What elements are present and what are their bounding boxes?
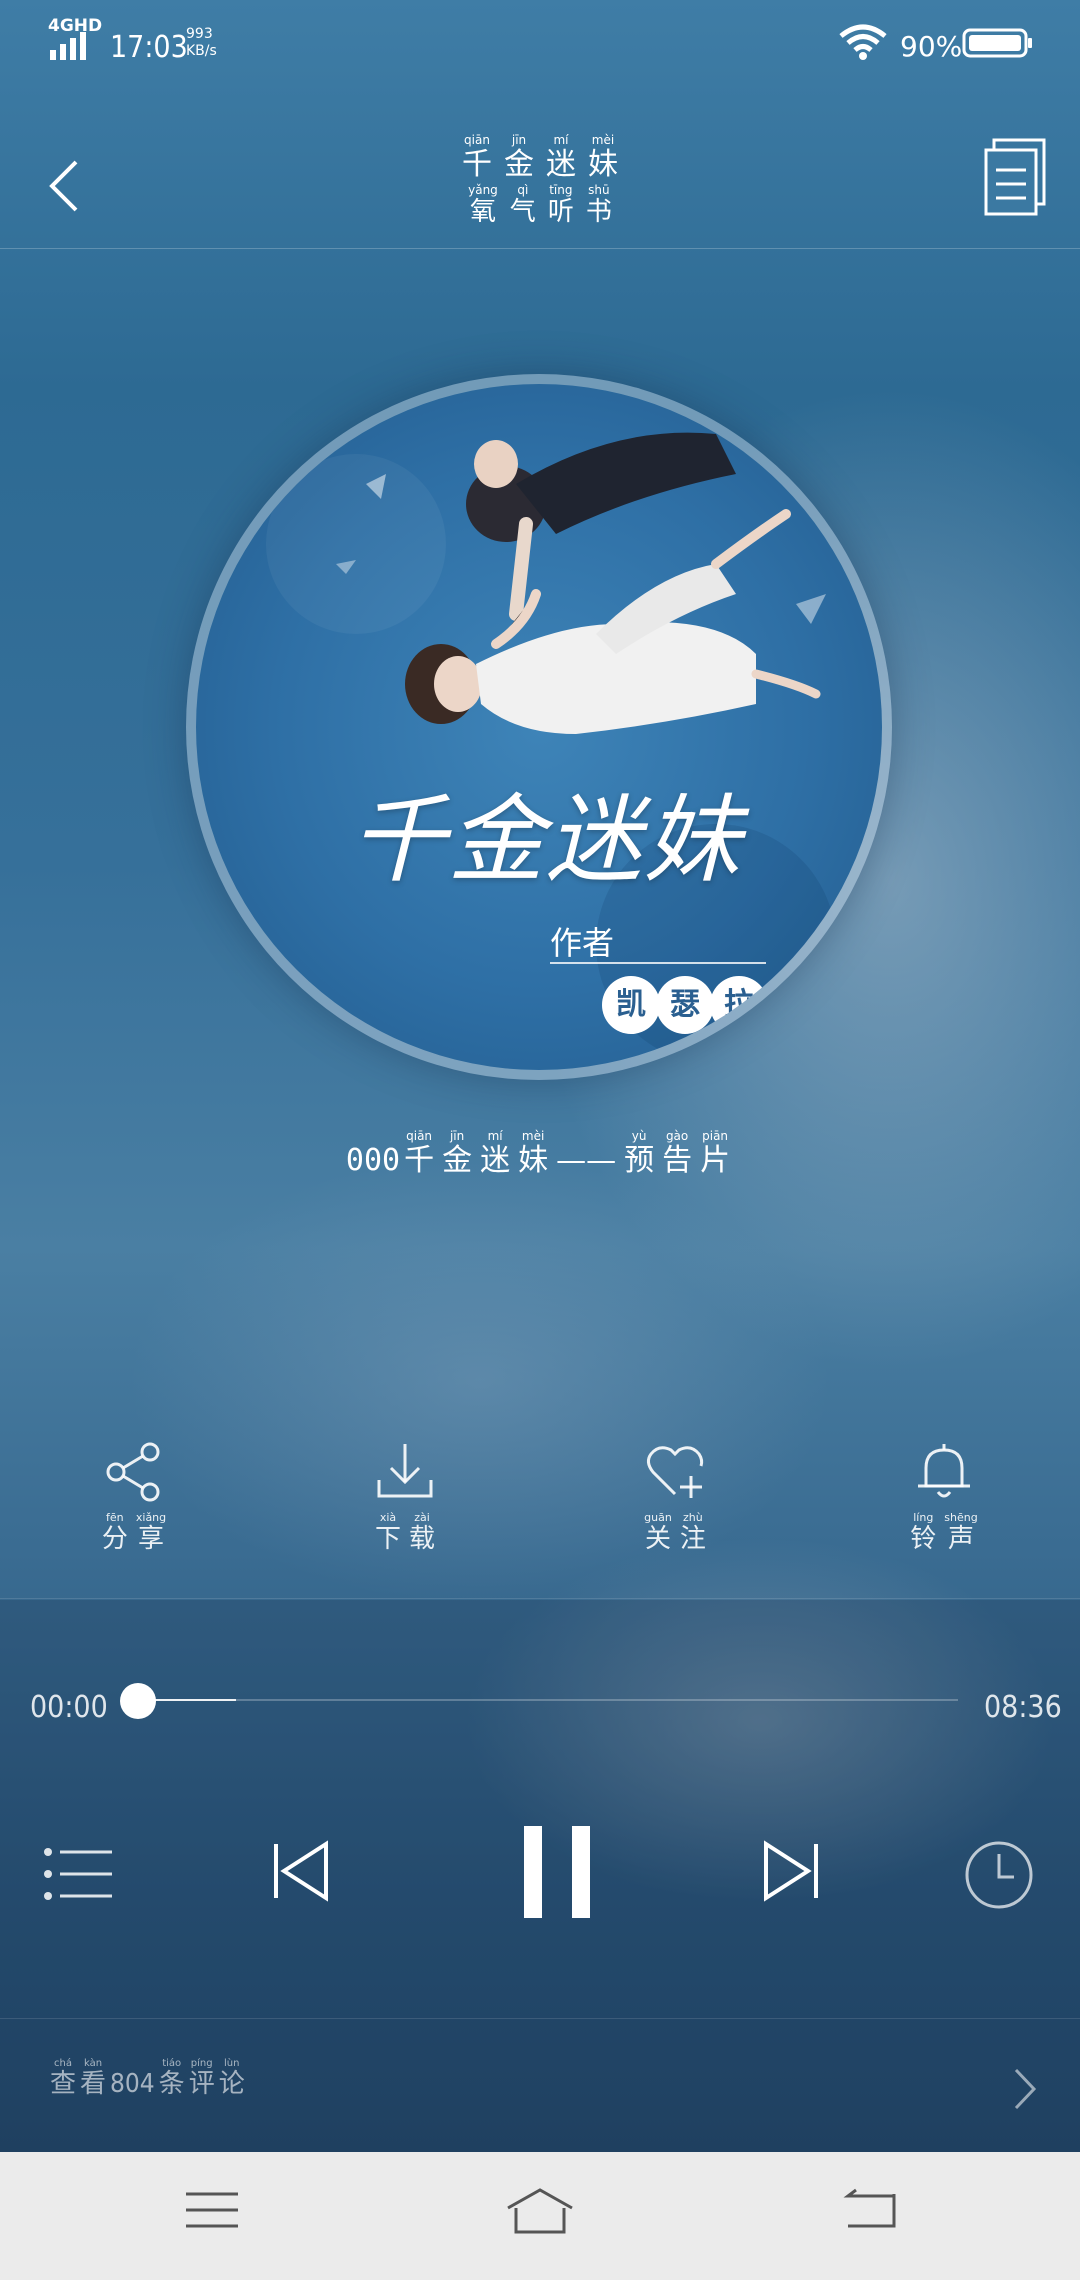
clock-icon[interactable] [964,1840,1034,1910]
cover-title: 千金迷妹 [350,784,742,896]
track-char: —— [556,1143,617,1178]
header-divider [0,248,1080,249]
comments-divider [0,2018,1080,2019]
subtitle-char: 氧yǎng [468,183,498,227]
list-icon[interactable] [42,1846,114,1902]
comments-char: 论lùn [218,2058,245,2099]
track-char: 金jīn [442,1129,473,1178]
wifi-icon [839,24,887,60]
cover-illustration [266,432,836,1064]
battery-icon [962,28,1032,58]
track-char: 妹mèi [518,1129,549,1178]
subtitle-char: 听tīng [547,183,574,227]
comments-count: 804 [110,2069,155,2099]
network-speed-value: 993 [186,26,213,42]
album-art-frame: 千金迷妹 作者 凯瑟拉 [186,374,892,1080]
share-icon [106,1442,160,1502]
track-char: 迷mí [480,1129,511,1178]
title-char: 千qiān [462,133,492,182]
menu-icon[interactable] [184,2186,240,2234]
progress-bar[interactable] [138,1699,958,1701]
comments-char: 条tiáo [158,2058,185,2099]
action-row: 分fēn享xiǎng 下xià载zài 关guān注zhù 铃líng声shēn… [0,1440,1080,1570]
current-time: 00:00 [30,1690,108,1725]
title-char: 迷mí [546,133,576,182]
download-label: 下xià载zài [374,1511,436,1554]
document-icon[interactable] [982,136,1048,218]
comments-char: 评píng [188,2058,215,2099]
header: 千qiān 金jīn 迷mí 妹mèi 氧yǎng 气qì 听tīng 书shū [0,120,1080,250]
track-char: 片piān [700,1129,731,1178]
status-bar: 4GHD 17:03 993 KB/s 90% [0,0,1080,80]
signal-icon [50,32,86,60]
skip-previous-icon[interactable] [270,1840,332,1902]
cover-author-label: 作者 [550,924,615,962]
progress-thumb[interactable] [120,1683,156,1719]
download-button[interactable]: 下xià载zài [325,1440,485,1570]
cover-author-char: 凯 [602,976,660,1034]
chevron-right-icon[interactable] [1010,2064,1040,2114]
track-char: 预yù [624,1129,655,1178]
ringtone-label: 铃líng声shēng [910,1511,978,1554]
album-cover: 千金迷妹 作者 凯瑟拉 [196,384,882,1070]
ringtone-button[interactable]: 铃líng声shēng [864,1440,1024,1570]
total-time: 08:36 [984,1690,1062,1725]
download-icon [377,1444,433,1498]
cover-author-char: 瑟 [656,976,714,1034]
comments-char: 查chá [50,2058,77,2099]
follow-label: 关guān注zhù [644,1511,706,1554]
system-nav-bar [0,2152,1080,2280]
pause-icon[interactable] [522,1824,592,1920]
track-char: 告gào [662,1129,693,1178]
home-icon[interactable] [504,2186,576,2238]
bell-icon [918,1444,970,1498]
back-arrow-icon[interactable] [842,2186,898,2234]
track-char: 千qiān [404,1129,435,1178]
clock-time: 17:03 [110,30,188,65]
cover-author-char: 拉 [710,976,768,1034]
subtitle-char: 气qì [509,183,536,227]
network-speed-unit: KB/s [186,43,217,59]
share-button[interactable]: 分fēn享xiǎng [54,1440,214,1570]
view-comments-link[interactable]: 查chá看kàn804 条tiáo评píng论lùn [48,2058,1028,2128]
page-subtitle: 氧yǎng 气qì 听tīng 书shū [0,183,1080,228]
track-title: 000 千qiān金jīn迷mí妹mèi—— 预yù告gào片piān [0,1129,1080,1179]
subtitle-char: 书shū [585,183,612,227]
battery-percent: 90% [900,30,963,63]
cover-author-name: 凯瑟拉 [602,976,768,1034]
title-char: 金jīn [504,133,534,182]
skip-next-icon[interactable] [760,1840,822,1902]
track-number: 000 [345,1143,401,1178]
page-title: 千qiān 金jīn 迷mí 妹mèi [0,133,1080,183]
follow-button[interactable]: 关guān注zhù [595,1440,755,1570]
share-label: 分fēn享xiǎng [101,1511,167,1554]
network-speed: 993 KB/s [186,26,217,60]
comments-char: 看kàn [80,2058,107,2099]
playback-controls [0,1810,1080,1940]
heart-plus-icon [646,1446,704,1498]
cover-author-underline [550,962,766,964]
title-char: 妹mèi [588,133,618,182]
player-divider [0,1598,1080,1599]
